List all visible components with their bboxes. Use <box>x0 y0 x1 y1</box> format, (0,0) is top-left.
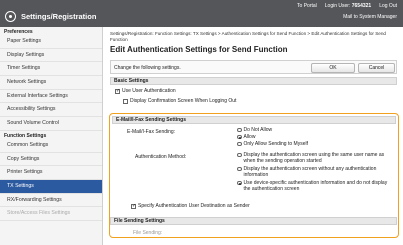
radio-device-specific[interactable] <box>237 180 242 186</box>
main-content: Settings/Registration: Function Settings… <box>103 27 403 245</box>
radio-do-not-allow[interactable] <box>237 127 242 133</box>
radio-do-not-allow-label: Do Not Allow <box>243 127 273 133</box>
ok-button[interactable]: OK <box>311 62 355 73</box>
radio-only-myself[interactable] <box>237 141 242 147</box>
radio-only-myself-label: Only Allow Sending to Myself <box>243 141 308 147</box>
auth-opt-same-user[interactable]: Display the authentication screen using … <box>237 152 392 164</box>
auth-method-label: Authentication Method: <box>135 154 187 160</box>
logout-link[interactable]: Log Out <box>379 3 397 9</box>
display-confirm-row: Display Confirmation Screen When Logging… <box>123 98 236 104</box>
mail-to-admin-link[interactable]: Mail to System Manager <box>343 14 397 20</box>
sidebar-item-display[interactable]: Display Settings <box>0 49 102 63</box>
top-links: To Portal Login User: 7654321 Log Out <box>297 3 397 9</box>
display-confirm-label: Display Confirmation Screen When Logging… <box>130 98 237 104</box>
use-user-auth-checkbox[interactable] <box>115 88 120 94</box>
sidebar-item-sound[interactable]: Sound Volume Control <box>0 117 102 131</box>
specify-auth-dest-checkbox[interactable] <box>131 203 136 209</box>
sidebar-group-preferences: Preferences <box>4 29 33 35</box>
use-user-auth-row: Use User Authentication <box>115 88 176 94</box>
login-user: Login User: 7654321 <box>325 3 371 9</box>
radio-same-user-label: Display the authentication screen using … <box>243 152 385 164</box>
sidebar: Preferences Paper Settings Display Setti… <box>0 27 103 245</box>
cancel-button[interactable]: Cancel <box>358 62 395 73</box>
basic-settings-header: Basic Settings <box>110 77 397 85</box>
top-header: Settings/Registration To Portal Login Us… <box>0 0 403 27</box>
sidebar-item-timer[interactable]: Timer Settings <box>0 62 102 77</box>
instruction-text: Change the following settings. <box>114 65 181 71</box>
sending-opt-allow[interactable]: Allow <box>237 134 255 140</box>
sidebar-item-paper[interactable]: Paper Settings <box>0 35 102 49</box>
sidebar-item-rx-forwarding[interactable]: RX/Forwarding Settings <box>0 194 102 208</box>
sidebar-item-external[interactable]: External Interface Settings <box>0 90 102 104</box>
sidebar-item-copy[interactable]: Copy Settings <box>0 153 102 167</box>
radio-allow[interactable] <box>237 134 242 140</box>
sidebar-item-printer[interactable]: Printer Settings <box>0 166 102 180</box>
email-ifax-header: E-Mail/I-Fax Sending Settings <box>112 116 396 124</box>
auth-opt-no-info[interactable]: Display the authentication screen withou… <box>237 166 392 178</box>
instruction-bar: Change the following settings. OK Cancel <box>110 60 397 74</box>
to-portal-link[interactable]: To Portal <box>297 3 317 9</box>
auth-opt-device-specific[interactable]: Use device-specific authentication infor… <box>237 180 392 192</box>
radio-device-specific-label: Use device-specific authentication infor… <box>243 180 388 192</box>
radio-same-user[interactable] <box>237 152 242 158</box>
sidebar-item-common[interactable]: Common Settings <box>0 139 102 153</box>
use-user-auth-label: Use User Authentication <box>122 88 176 94</box>
login-user-value: 7654321 <box>351 3 372 9</box>
sending-opt-do-not-allow[interactable]: Do Not Allow <box>237 127 272 133</box>
settings-logo-icon <box>5 11 16 22</box>
specify-auth-dest-row: Specify Authentication User Destination … <box>131 203 250 209</box>
sidebar-item-network[interactable]: Network Settings <box>0 76 102 90</box>
file-sending-label: File Sending: <box>133 230 163 236</box>
radio-allow-label: Allow <box>243 134 256 140</box>
sidebar-item-tx[interactable]: TX Settings <box>0 179 102 194</box>
display-confirm-checkbox[interactable] <box>123 98 128 104</box>
app-title: Settings/Registration <box>21 12 97 21</box>
sidebar-item-accessibility[interactable]: Accessibility Settings <box>0 103 102 118</box>
sending-opt-only-myself[interactable]: Only Allow Sending to Myself <box>237 141 308 147</box>
email-sending-label: E-Mail/I-Fax Sending: <box>127 129 176 135</box>
sidebar-item-store-access[interactable]: Store/Access Files Settings <box>0 207 102 221</box>
radio-no-info[interactable] <box>237 166 242 172</box>
specify-auth-dest-label: Specify Authentication User Destination … <box>138 203 250 209</box>
page-title: Edit Authentication Settings for Send Fu… <box>110 45 288 54</box>
login-user-label: Login User: <box>324 3 351 9</box>
file-sending-header: File Sending Settings <box>110 217 397 225</box>
sidebar-group-function: Function Settings <box>4 132 47 139</box>
radio-no-info-label: Display the authentication screen withou… <box>243 166 377 178</box>
breadcrumb: Settings/Registration: Function Settings… <box>110 31 386 42</box>
